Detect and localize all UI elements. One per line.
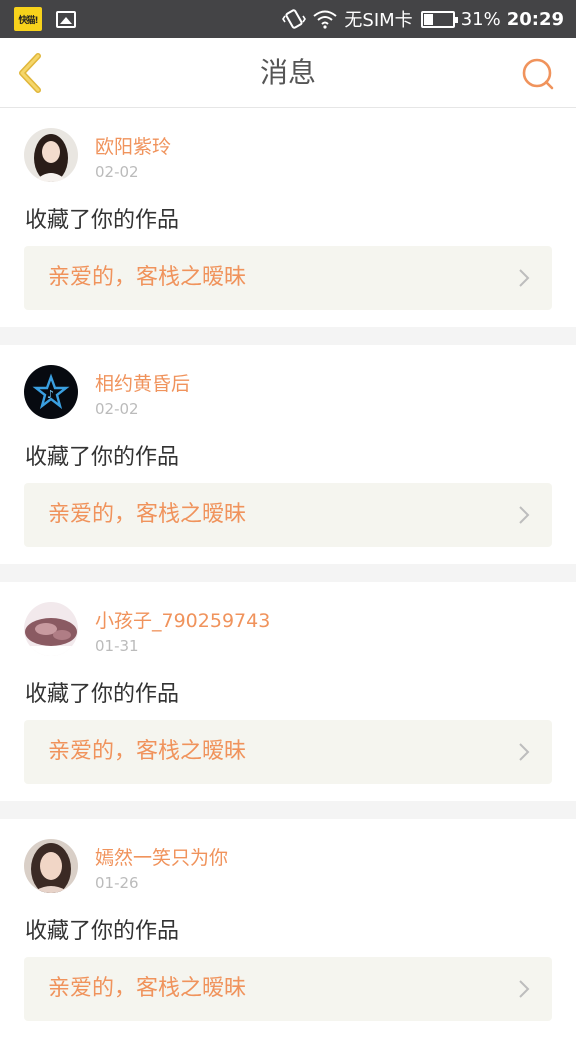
svg-text:♪: ♪ bbox=[47, 388, 54, 401]
sim-status-text: 无SIM卡 bbox=[344, 10, 413, 31]
sender-name[interactable]: 相约黄昏后 bbox=[95, 369, 190, 396]
message-card: 小孩子_790259743 01-31 收藏了你的作品 亲爱的，客栈之暧昧 bbox=[0, 582, 576, 801]
battery-icon bbox=[420, 10, 458, 28]
message-text: 收藏了你的作品 bbox=[25, 919, 180, 944]
top-nav-bar: 消息 bbox=[0, 38, 576, 108]
card-divider bbox=[0, 564, 576, 582]
work-title: 亲爱的，客栈之暧昧 bbox=[48, 976, 247, 1001]
message-date: 02-02 bbox=[95, 400, 139, 418]
message-card: 嫣然一笑只为你 01-26 收藏了你的作品 亲爱的，客栈之暧昧 bbox=[0, 819, 576, 1038]
message-text: 收藏了你的作品 bbox=[25, 682, 180, 707]
vibrate-icon bbox=[282, 9, 307, 29]
message-text: 收藏了你的作品 bbox=[25, 208, 180, 233]
work-link[interactable]: 亲爱的，客栈之暧昧 bbox=[24, 246, 552, 310]
message-card: ♪ 相约黄昏后 02-02 收藏了你的作品 亲爱的，客栈之暧昧 bbox=[0, 345, 576, 564]
message-date: 01-26 bbox=[95, 874, 139, 892]
chevron-right-icon bbox=[519, 743, 530, 761]
message-date: 02-02 bbox=[95, 163, 139, 181]
status-left-group: 快猫! bbox=[14, 7, 76, 31]
card-divider bbox=[0, 327, 576, 345]
search-icon bbox=[522, 58, 554, 90]
message-date: 01-31 bbox=[95, 637, 139, 655]
work-link[interactable]: 亲爱的，客栈之暧昧 bbox=[24, 720, 552, 784]
message-card: 欧阳紫玲 02-02 收藏了你的作品 亲爱的，客栈之暧昧 bbox=[0, 108, 576, 327]
work-link[interactable]: 亲爱的，客栈之暧昧 bbox=[24, 483, 552, 547]
sender-name[interactable]: 欧阳紫玲 bbox=[95, 132, 171, 159]
work-title: 亲爱的，客栈之暧昧 bbox=[48, 502, 247, 527]
search-button[interactable] bbox=[518, 55, 558, 95]
avatar[interactable] bbox=[24, 128, 78, 182]
page-title: 消息 bbox=[259, 56, 316, 89]
image-notification-icon bbox=[56, 10, 76, 28]
avatar[interactable] bbox=[24, 839, 78, 893]
avatar[interactable] bbox=[24, 602, 78, 656]
card-divider bbox=[0, 801, 576, 819]
app-notification-badge: 快猫! bbox=[14, 7, 42, 31]
battery-percent: 31% bbox=[460, 8, 501, 30]
work-title: 亲爱的，客栈之暧昧 bbox=[48, 739, 247, 764]
chevron-right-icon bbox=[519, 269, 530, 287]
message-list: 欧阳紫玲 02-02 收藏了你的作品 亲爱的，客栈之暧昧 ♪ 相约黄昏后 02-… bbox=[0, 108, 576, 1038]
work-link[interactable]: 亲爱的，客栈之暧昧 bbox=[24, 957, 552, 1021]
wifi-icon bbox=[313, 10, 338, 29]
chevron-right-icon bbox=[519, 506, 530, 524]
avatar[interactable]: ♪ bbox=[24, 365, 78, 419]
status-right-group: 无SIM卡 31% 20:29 bbox=[282, 6, 564, 32]
chevron-right-icon bbox=[519, 980, 530, 998]
clock-time: 20:29 bbox=[506, 8, 564, 30]
work-title: 亲爱的，客栈之暧昧 bbox=[48, 265, 247, 290]
sender-name[interactable]: 嫣然一笑只为你 bbox=[95, 843, 228, 870]
sender-name[interactable]: 小孩子_790259743 bbox=[95, 606, 270, 633]
battery-fill bbox=[423, 13, 433, 25]
status-bar: 快猫! 无SIM卡 31% 20:29 bbox=[0, 0, 576, 38]
message-text: 收藏了你的作品 bbox=[25, 445, 180, 470]
